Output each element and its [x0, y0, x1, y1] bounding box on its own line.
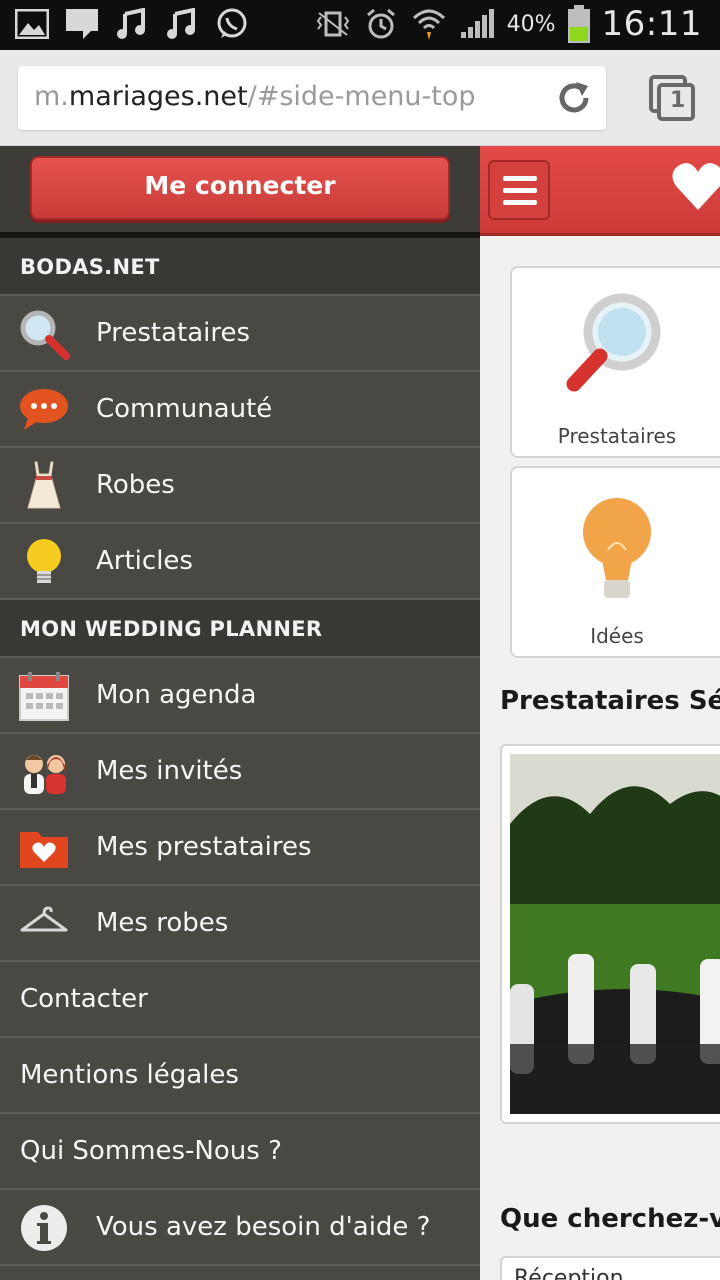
hamburger-line: [503, 200, 537, 205]
guests-icon: [18, 746, 70, 798]
menu-item-label: Contacter: [20, 984, 148, 1014]
tabs-button[interactable]: 1: [648, 74, 696, 122]
music-icon: [164, 6, 200, 42]
tile-idees[interactable]: Idées: [510, 466, 720, 658]
url-field[interactable]: m.mariages.net/#side-menu-top: [18, 66, 606, 130]
url-text: m.mariages.net/#side-menu-top: [34, 81, 476, 112]
wifi-icon: [411, 6, 447, 42]
menu-item-label: Prestataires: [96, 318, 251, 348]
hamburger-line: [503, 188, 537, 193]
magnifier-icon: [18, 308, 70, 360]
menu-item-label: Qui Sommes-Nous ?: [20, 1136, 282, 1166]
section-title-bodas: BODAS.NET: [0, 238, 480, 296]
menu-item-prestataires[interactable]: Prestataires: [0, 296, 480, 372]
tile-label: Prestataires: [557, 424, 677, 448]
menu-item-label: Mentions légales: [20, 1060, 239, 1090]
dress-icon: [18, 460, 70, 512]
logo-heart-icon[interactable]: [668, 158, 720, 214]
clock: 16:11: [601, 4, 702, 44]
lightbulb-icon: [562, 488, 672, 598]
tile-label: Idées: [590, 624, 644, 648]
tab-count: 1: [670, 88, 686, 113]
signal-icon: [459, 6, 495, 42]
menu-item-mes-robes[interactable]: Mes robes: [0, 886, 480, 962]
music-icon: [114, 6, 150, 42]
menu-item-label: Mes prestataires: [96, 832, 312, 862]
browser-toolbar: m.mariages.net/#side-menu-top 1: [0, 50, 720, 146]
side-menu: Me connecter BODAS.NET Prestataires Comm…: [0, 146, 480, 1280]
menu-item-label: Vous avez besoin d'aide ?: [96, 1212, 431, 1242]
tile-prestataires[interactable]: Prestataires: [510, 266, 720, 458]
featured-title: Prestataires Séle: [500, 686, 720, 716]
url-prefix: m.: [34, 81, 69, 112]
url-host: mariages.net: [68, 81, 248, 112]
menu-item-contacter[interactable]: Contacter: [0, 962, 480, 1038]
calendar-icon: [18, 670, 70, 722]
featured-vendor-card[interactable]: [500, 744, 720, 1124]
whatsapp-icon: [214, 6, 250, 42]
speech-bubble-icon: [18, 384, 70, 436]
section-title-wedding-planner: MON WEDDING PLANNER: [0, 600, 480, 658]
vibrate-icon: [315, 6, 351, 42]
menu-item-label: Mes invités: [96, 756, 243, 786]
menu-item-articles[interactable]: Articles: [0, 524, 480, 600]
search-title: Que cherchez-vo: [500, 1204, 720, 1234]
heart-folder-icon: [18, 822, 70, 874]
side-menu-top: Me connecter: [0, 146, 480, 238]
menu-toggle-button[interactable]: [488, 160, 550, 220]
menu-item-mon-agenda[interactable]: Mon agenda: [0, 658, 480, 734]
battery-percent: 40%: [506, 11, 556, 37]
status-bar: 40% 16:11: [0, 0, 720, 50]
menu-item-label: Articles: [96, 546, 193, 576]
menu-item-label: Mon agenda: [96, 680, 257, 710]
vendor-photo: [510, 754, 720, 1114]
menu-item-mes-prestataires[interactable]: Mes prestataires: [0, 810, 480, 886]
menu-item-communaute[interactable]: Communauté: [0, 372, 480, 448]
hanger-icon: [18, 898, 70, 950]
menu-item-mentions-legales[interactable]: Mentions légales: [0, 1038, 480, 1114]
menu-item-qui-sommes-nous[interactable]: Qui Sommes-Nous ?: [0, 1114, 480, 1190]
message-icon: [64, 6, 100, 42]
gallery-icon: [14, 6, 50, 42]
main-content: Prestataires Idées Prestataires Séle Que…: [480, 146, 720, 1280]
reload-icon[interactable]: [554, 78, 594, 118]
category-select[interactable]: Réception: [500, 1256, 720, 1280]
menu-item-mes-invites[interactable]: Mes invités: [0, 734, 480, 810]
hamburger-line: [503, 176, 537, 181]
menu-item-label: Robes: [96, 470, 175, 500]
main-header: [480, 146, 720, 236]
info-icon: [18, 1202, 70, 1254]
menu-item-label: Mes robes: [96, 908, 229, 938]
menu-item-label: Communauté: [96, 394, 273, 424]
menu-item-robes[interactable]: Robes: [0, 448, 480, 524]
url-path: /#side-menu-top: [247, 81, 476, 112]
alarm-icon: [363, 6, 399, 42]
lightbulb-icon: [18, 536, 70, 588]
notification-icons: [14, 6, 250, 42]
magnifier-icon: [562, 288, 672, 398]
select-value: Réception: [514, 1266, 624, 1280]
menu-item-aide[interactable]: Vous avez besoin d'aide ?: [0, 1190, 480, 1266]
login-button[interactable]: Me connecter: [30, 156, 450, 220]
battery-icon: [567, 5, 590, 43]
system-icons: 40% 16:11: [315, 4, 702, 44]
